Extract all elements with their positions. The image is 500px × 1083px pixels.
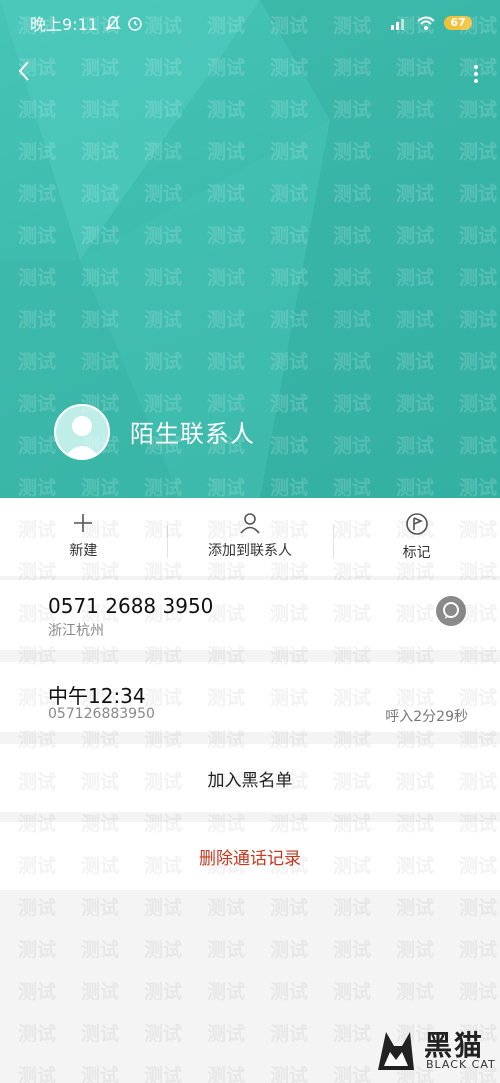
- more-options-button[interactable]: [470, 62, 482, 90]
- battery-indicator: 67: [444, 16, 472, 30]
- delete-call-log-button[interactable]: 删除通话记录: [0, 822, 500, 890]
- call-number: 057126883950: [48, 706, 155, 722]
- status-bar: 晚上9:11 67: [30, 10, 472, 36]
- back-button[interactable]: [14, 58, 44, 92]
- mark-button[interactable]: 标记: [333, 498, 500, 576]
- signal-icon: [391, 19, 404, 30]
- call-log-item[interactable]: 中午12:34 057126883950 呼入2分29秒: [0, 662, 500, 732]
- watermark-text: 测试: [396, 897, 434, 919]
- watermark-text: 测试: [459, 897, 497, 919]
- more-dot: [474, 79, 478, 83]
- watermark-text: 测试: [207, 1065, 245, 1083]
- watermark-text: 测试: [81, 939, 119, 961]
- watermark-text: 测试: [459, 939, 497, 961]
- delete-call-log-label: 删除通话记录: [199, 848, 301, 869]
- watermark-text: 测试: [18, 1023, 56, 1045]
- call-duration: 呼入2分29秒: [385, 709, 468, 725]
- watermark-text: 测试: [18, 939, 56, 961]
- watermark-text: 测试: [18, 1065, 56, 1083]
- contact-name: 陌生联系人: [130, 420, 255, 448]
- cat-logo-icon: [378, 1032, 414, 1070]
- phone-number-card[interactable]: 0571 2688 3950 浙江杭州: [0, 580, 500, 650]
- contact-header: 晚上9:11 67 陌生联系人: [0, 0, 500, 498]
- watermark-text: 测试: [333, 1065, 371, 1083]
- watermark-text: 测试: [144, 981, 182, 1003]
- watermark-text: 测试: [270, 897, 308, 919]
- alarm-icon: [128, 17, 142, 31]
- add-to-blacklist-button[interactable]: 加入黑名单: [0, 744, 500, 812]
- watermark-text: 测试: [81, 897, 119, 919]
- bell-off-icon: [105, 15, 121, 31]
- watermark-text: 测试: [81, 981, 119, 1003]
- watermark-text: 测试: [333, 939, 371, 961]
- watermark-text: 测试: [81, 1023, 119, 1045]
- watermark-text: 测试: [207, 897, 245, 919]
- plus-icon: [74, 514, 93, 532]
- watermark-text: 测试: [207, 939, 245, 961]
- watermark-text: 测试: [144, 1023, 182, 1045]
- watermark-text: 测试: [333, 981, 371, 1003]
- add-to-contacts-button[interactable]: 添加到联系人: [166, 498, 334, 576]
- wifi-icon: [417, 16, 435, 30]
- status-time: 晚上9:11: [30, 15, 98, 34]
- watermark-text: 测试: [270, 1065, 308, 1083]
- watermark-text: 测试: [396, 981, 434, 1003]
- chevron-left-icon: [18, 61, 29, 81]
- watermark-text: 测试: [270, 939, 308, 961]
- watermark-text: 测试: [270, 981, 308, 1003]
- call-time: 中午12:34: [48, 684, 146, 708]
- watermark-text: 测试: [144, 897, 182, 919]
- phone-location: 浙江杭州: [48, 623, 104, 639]
- watermark-text: 测试: [396, 939, 434, 961]
- watermark-text: 测试: [333, 897, 371, 919]
- watermark-text: 测试: [333, 1023, 371, 1045]
- watermark-text: 测试: [144, 1065, 182, 1083]
- mark-label: 标记: [402, 545, 431, 561]
- black-cat-logo: 黑猫 BLACK CAT: [372, 1022, 496, 1080]
- watermark-text: 测试: [18, 981, 56, 1003]
- watermark-text: 测试: [207, 981, 245, 1003]
- watermark-text: 测试: [207, 1023, 245, 1045]
- watermark-text: 测试: [459, 981, 497, 1003]
- watermark-text: 测试: [18, 897, 56, 919]
- watermark-text: 测试: [81, 1065, 119, 1083]
- new-contact-label: 新建: [69, 543, 98, 559]
- add-to-contacts-label: 添加到联系人: [208, 543, 292, 559]
- watermark-text: 测试: [144, 939, 182, 961]
- person-icon: [240, 513, 260, 534]
- avatar: [54, 404, 110, 460]
- message-icon: [443, 602, 459, 619]
- more-dot: [474, 72, 478, 76]
- message-button[interactable]: [436, 596, 466, 626]
- action-bar: 新建 添加到联系人 标记: [0, 498, 500, 576]
- logo-subtext: BLACK CAT: [426, 1058, 496, 1071]
- phone-number: 0571 2688 3950: [48, 594, 214, 618]
- watermark-text: 测试: [270, 1023, 308, 1045]
- person-avatar-icon: [64, 416, 100, 458]
- flag-icon: [405, 513, 428, 535]
- more-dot: [474, 65, 478, 69]
- add-to-blacklist-label: 加入黑名单: [207, 770, 293, 791]
- new-contact-button[interactable]: 新建: [0, 498, 167, 576]
